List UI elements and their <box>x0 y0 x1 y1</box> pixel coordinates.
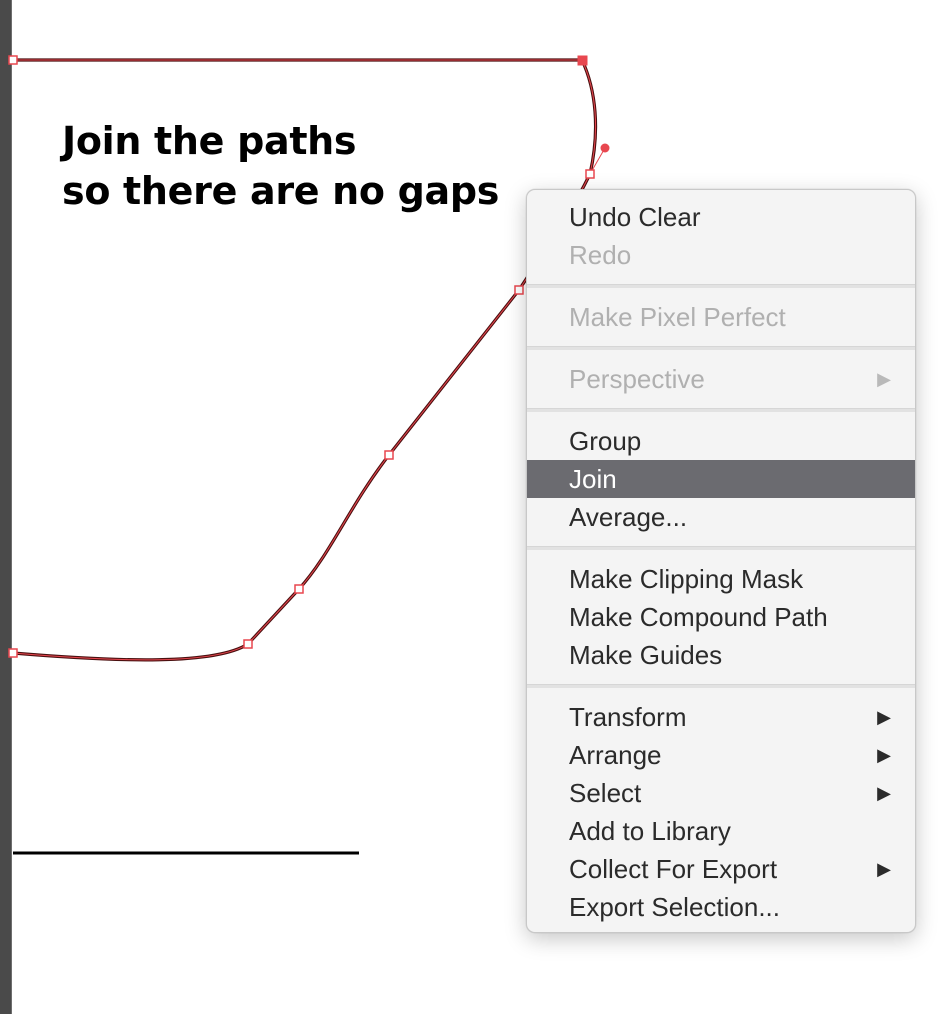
menu-item-group[interactable]: Group <box>527 422 915 460</box>
context-menu: Undo Clear Redo Make Pixel Perfect Persp… <box>526 189 916 933</box>
menu-item-label: Group <box>569 426 642 456</box>
menu-item-label: Make Pixel Perfect <box>569 302 786 332</box>
menu-item-label: Join <box>569 464 617 494</box>
anchor-point[interactable] <box>294 584 304 594</box>
menu-item-label: Average... <box>569 502 688 532</box>
bezier-handle-point[interactable] <box>600 143 610 153</box>
menu-item-undo-clear[interactable]: Undo Clear <box>527 198 915 236</box>
menu-item-arrange[interactable]: Arrange ▶ <box>527 736 915 774</box>
anchor-point[interactable] <box>243 639 253 649</box>
anchor-point[interactable] <box>384 450 394 460</box>
menu-item-average[interactable]: Average... <box>527 498 915 536</box>
anchor-point-selected[interactable] <box>577 55 588 66</box>
menu-item-label: Redo <box>569 240 632 270</box>
instruction-line-2: so there are no gaps <box>62 169 500 213</box>
anchor-point[interactable] <box>585 169 595 179</box>
menu-item-label: Undo Clear <box>569 202 701 232</box>
menu-item-select[interactable]: Select ▶ <box>527 774 915 812</box>
instruction-text: Join the paths so there are no gaps <box>62 116 499 216</box>
instruction-line-1: Join the paths <box>62 119 357 163</box>
menu-separator <box>527 546 915 550</box>
menu-item-perspective: Perspective ▶ <box>527 360 915 398</box>
chevron-right-icon: ▶ <box>877 783 891 803</box>
anchor-point[interactable] <box>8 648 18 658</box>
menu-item-add-to-library[interactable]: Add to Library <box>527 812 915 850</box>
menu-item-label: Select <box>569 778 642 808</box>
menu-item-transform[interactable]: Transform ▶ <box>527 698 915 736</box>
menu-separator <box>527 284 915 288</box>
canvas-workspace[interactable]: Join the paths so there are no gaps Undo… <box>0 0 948 1014</box>
menu-separator <box>527 684 915 688</box>
menu-separator <box>527 346 915 350</box>
menu-item-redo: Redo <box>527 236 915 274</box>
chevron-right-icon: ▶ <box>877 707 891 727</box>
menu-item-make-clipping-mask[interactable]: Make Clipping Mask <box>527 560 915 598</box>
anchor-point[interactable] <box>514 285 524 295</box>
menu-item-collect-for-export[interactable]: Collect For Export ▶ <box>527 850 915 888</box>
menu-item-label: Add to Library <box>569 816 731 846</box>
menu-item-label: Transform <box>569 702 687 732</box>
menu-item-make-compound-path[interactable]: Make Compound Path <box>527 598 915 636</box>
menu-item-label: Make Guides <box>569 640 723 670</box>
menu-separator <box>527 408 915 412</box>
anchor-point[interactable] <box>8 55 18 65</box>
menu-item-label: Export Selection... <box>569 892 780 922</box>
chevron-right-icon: ▶ <box>877 369 891 389</box>
menu-item-export-selection[interactable]: Export Selection... <box>527 888 915 926</box>
menu-item-label: Arrange <box>569 740 662 770</box>
menu-item-make-pixel-perfect: Make Pixel Perfect <box>527 298 915 336</box>
menu-item-label: Perspective <box>569 364 705 394</box>
menu-item-join[interactable]: Join <box>527 460 915 498</box>
menu-item-label: Make Clipping Mask <box>569 564 804 594</box>
chevron-right-icon: ▶ <box>877 745 891 765</box>
menu-item-label: Make Compound Path <box>569 602 828 632</box>
menu-item-label: Collect For Export <box>569 854 778 884</box>
chevron-right-icon: ▶ <box>877 859 891 879</box>
menu-item-make-guides[interactable]: Make Guides <box>527 636 915 674</box>
